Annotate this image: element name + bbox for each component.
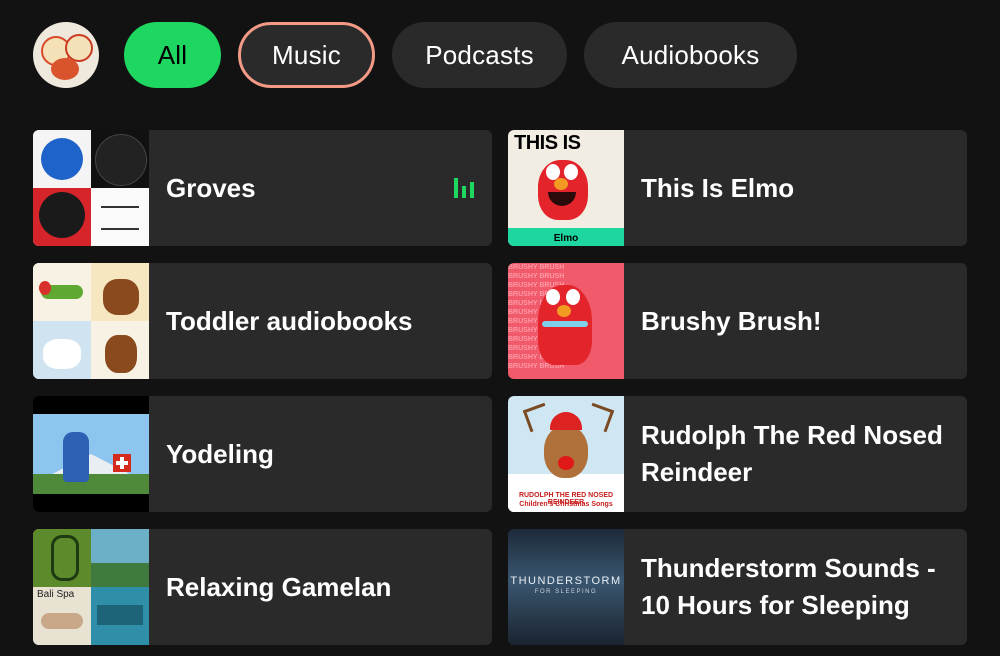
item-title: Groves xyxy=(166,172,256,203)
item-title: Thunderstorm Sounds - 10 Hours for Sleep… xyxy=(641,553,936,620)
filter-chip-music[interactable]: Music xyxy=(238,22,375,88)
cover-art-brushy-brush: BRUSHY BRUSH BRUSHY BRUSH BRUSHY BRUSH BRU… xyxy=(508,263,624,379)
cover-art-rudolph: RUDOLPH THE RED NOSED REINDEER Children'… xyxy=(508,396,624,512)
shortcut-card-this-is-elmo[interactable]: THIS IS Elmo This Is Elmo xyxy=(508,130,967,246)
cover-art-subtext: Children's Christmas Songs xyxy=(519,501,613,508)
swiss-flag-icon xyxy=(113,454,131,472)
cover-art-subtext: FOR SLEEPING xyxy=(534,589,598,595)
cover-art-groves xyxy=(33,130,149,246)
avatar-food-image xyxy=(51,58,79,80)
cover-art-yodeling xyxy=(33,396,149,512)
cover-art-text: THUNDERSTORM xyxy=(510,575,622,587)
top-bar: All Music Podcasts Audiobooks xyxy=(33,22,797,88)
avatar[interactable] xyxy=(33,22,99,88)
home-screen: All Music Podcasts Audiobooks Groves THI… xyxy=(0,0,1000,656)
cover-art-text: Bali Spa xyxy=(37,589,75,600)
item-title: Yodeling xyxy=(166,438,274,469)
elmo-figure xyxy=(538,285,592,365)
yodeler-figure xyxy=(63,432,89,482)
shortcut-card-yodeling[interactable]: Yodeling xyxy=(33,396,492,512)
cover-art-this-is-elmo: THIS IS Elmo xyxy=(508,130,624,246)
item-title: This Is Elmo xyxy=(641,172,795,203)
cover-art-relaxing-gamelan: Bali Spa xyxy=(33,529,149,645)
item-title: Brushy Brush! xyxy=(641,305,822,336)
recent-items-grid: Groves THIS IS Elmo This Is Elmo Toddler… xyxy=(33,130,967,645)
filter-chip-all[interactable]: All xyxy=(124,22,221,88)
shortcut-card-relaxing-gamelan[interactable]: Bali Spa Relaxing Gamelan xyxy=(33,529,492,645)
cover-art-toddler-audiobooks xyxy=(33,263,149,379)
filter-chips: All Music Podcasts Audiobooks xyxy=(124,22,797,88)
shortcut-card-groves[interactable]: Groves xyxy=(33,130,492,246)
item-title: Toddler audiobooks xyxy=(166,305,413,336)
shortcut-card-brushy-brush[interactable]: BRUSHY BRUSH BRUSHY BRUSH BRUSHY BRUSH BRU… xyxy=(508,263,967,379)
filter-chip-audiobooks[interactable]: Audiobooks xyxy=(584,22,797,88)
shortcut-card-thunderstorm-sounds[interactable]: THUNDERSTORM FOR SLEEPING Thunderstorm S… xyxy=(508,529,967,645)
elmo-figure xyxy=(538,160,588,220)
cover-art-text: THIS IS xyxy=(514,132,581,154)
item-title: Relaxing Gamelan xyxy=(166,571,392,602)
cover-art-text: Elmo xyxy=(553,233,579,244)
reindeer-figure xyxy=(544,412,588,478)
cover-art-thunderstorm: THUNDERSTORM FOR SLEEPING xyxy=(508,529,624,645)
filter-chip-podcasts[interactable]: Podcasts xyxy=(392,22,567,88)
item-title: Rudolph The Red Nosed Reindeer xyxy=(641,420,943,487)
shortcut-card-rudolph[interactable]: RUDOLPH THE RED NOSED REINDEER Children'… xyxy=(508,396,967,512)
now-playing-icon xyxy=(454,178,474,198)
shortcut-card-toddler-audiobooks[interactable]: Toddler audiobooks xyxy=(33,263,492,379)
